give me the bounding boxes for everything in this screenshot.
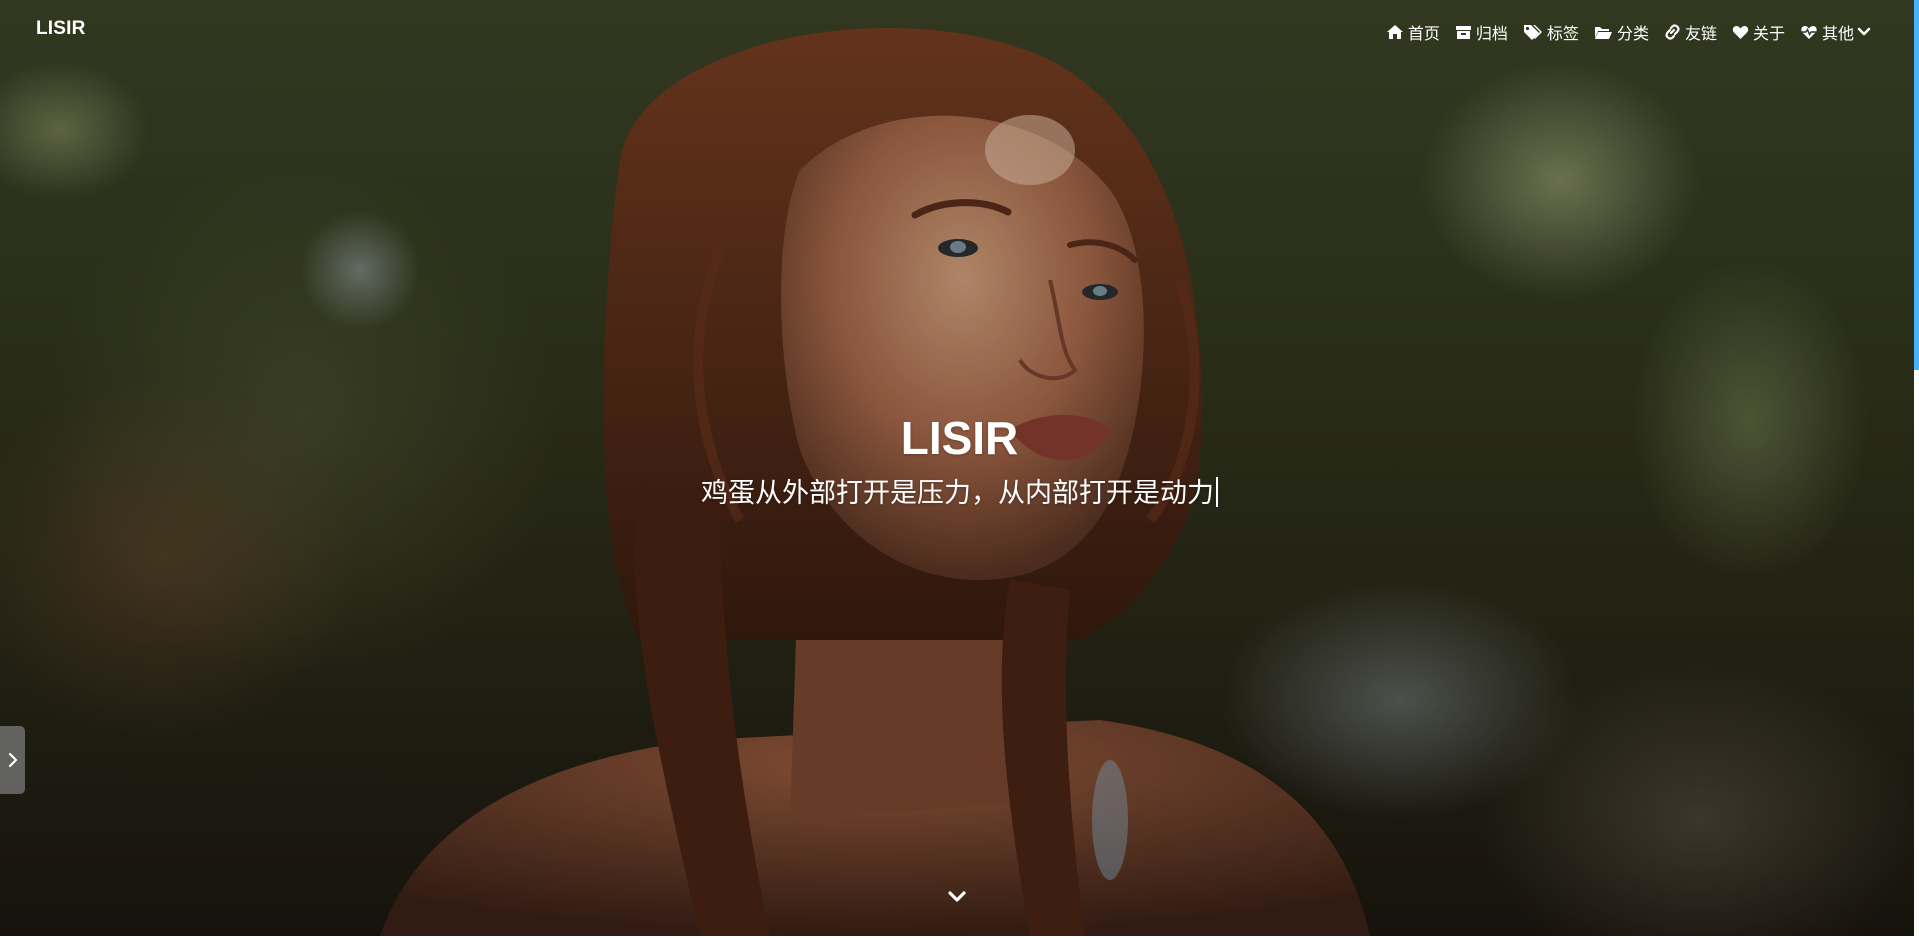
hero-overlay bbox=[0, 0, 1919, 936]
menu-item-home[interactable]: 首页 bbox=[1386, 20, 1440, 44]
sidebar-toggle-button[interactable] bbox=[0, 726, 25, 794]
heartbeat-icon bbox=[1801, 25, 1817, 39]
menu-item-categories[interactable]: 分类 bbox=[1594, 20, 1649, 44]
viewport: LISIR 首页 归档 标签 分类 友链 关于 其他 LISIR 鸡蛋从外部打开… bbox=[0, 0, 1919, 938]
menu-item-links[interactable]: 友链 bbox=[1664, 20, 1717, 44]
menu-item-label: 友链 bbox=[1684, 24, 1717, 43]
top-navbar: LISIR 首页 归档 标签 分类 友链 关于 其他 bbox=[0, 0, 1919, 62]
menu-item-label: 关于 bbox=[1752, 24, 1785, 43]
link-icon bbox=[1665, 24, 1680, 40]
menu-item-more-dropdown[interactable]: 其他 bbox=[1800, 20, 1875, 44]
home-icon bbox=[1386, 25, 1403, 39]
main-menu: 首页 归档 标签 分类 友链 关于 其他 bbox=[1371, 20, 1875, 44]
tags-icon bbox=[1523, 25, 1542, 40]
menu-item-about[interactable]: 关于 bbox=[1732, 20, 1785, 44]
archive-icon bbox=[1455, 26, 1471, 39]
page-scrollbar[interactable] bbox=[1914, 0, 1919, 938]
folder-open-icon bbox=[1594, 27, 1612, 39]
scroll-down-icon[interactable] bbox=[946, 886, 968, 908]
hero-background bbox=[0, 0, 1919, 936]
typing-cursor bbox=[1216, 477, 1218, 507]
site-subtitle-text: 鸡蛋从外部打开是压力，从内部打开是动力 bbox=[701, 478, 1214, 509]
menu-item-label: 其他 bbox=[1821, 24, 1854, 43]
menu-item-label: 分类 bbox=[1616, 24, 1649, 43]
chevron-down-icon bbox=[1857, 27, 1871, 36]
chevron-right-icon bbox=[8, 752, 17, 768]
site-subtitle: 鸡蛋从外部打开是压力，从内部打开是动力 bbox=[0, 474, 1919, 514]
scrollbar-thumb[interactable] bbox=[1914, 0, 1919, 370]
menu-item-tags[interactable]: 标签 bbox=[1523, 20, 1579, 44]
menu-item-archive[interactable]: 归档 bbox=[1455, 20, 1508, 44]
heart-icon bbox=[1732, 25, 1749, 39]
site-title: LISIR bbox=[900, 412, 1019, 464]
menu-item-label: 归档 bbox=[1475, 24, 1508, 43]
site-brand-link[interactable]: LISIR bbox=[36, 18, 86, 40]
menu-item-label: 标签 bbox=[1546, 24, 1579, 43]
menu-item-label: 首页 bbox=[1407, 24, 1440, 43]
